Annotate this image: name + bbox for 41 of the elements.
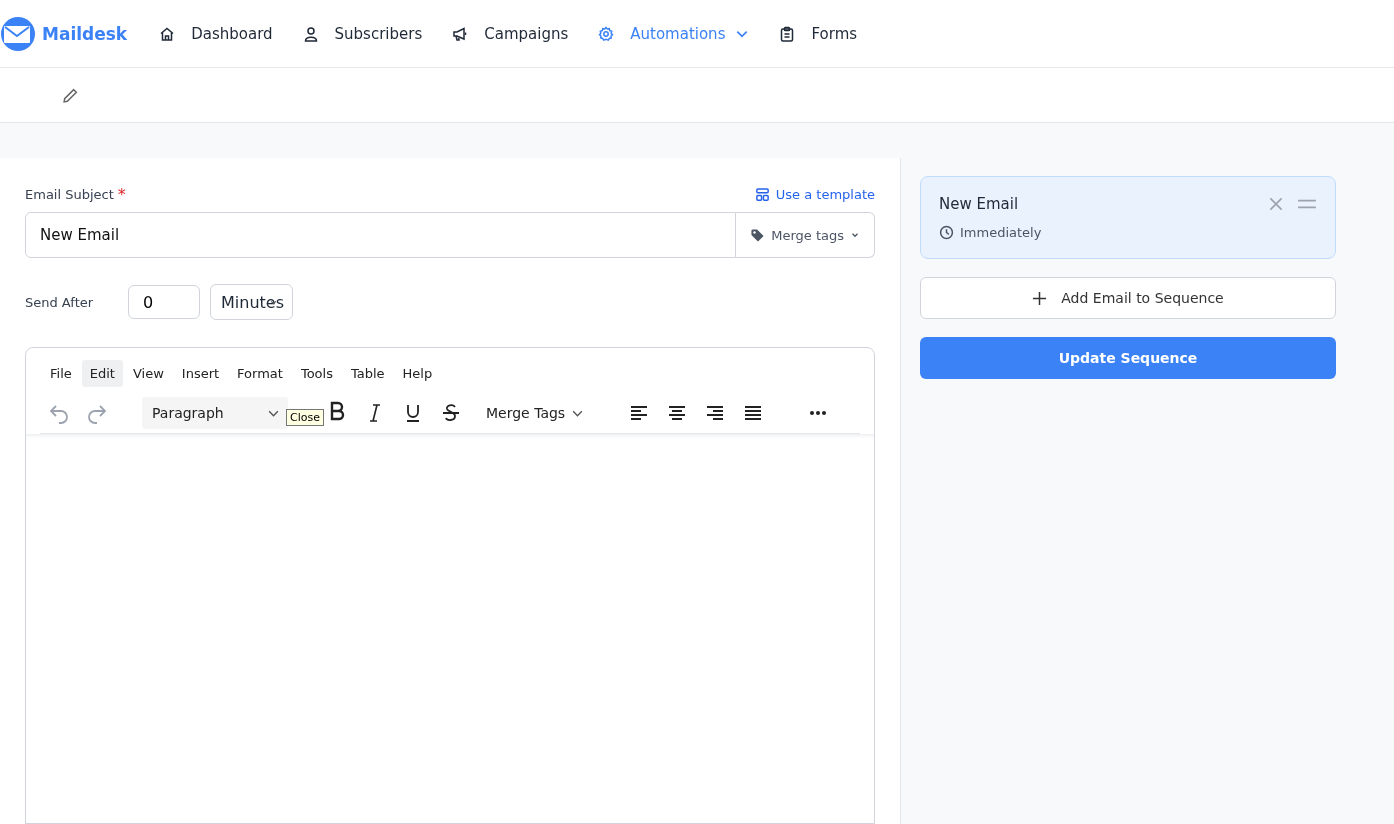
nav-link[interactable]: Dashboard [159, 24, 273, 43]
brand-name[interactable]: Maildesk [42, 23, 128, 44]
tooltip: Close [286, 409, 324, 426]
update-sequence-button[interactable]: Update Sequence [920, 337, 1336, 379]
use-template-link[interactable]: Use a template [754, 187, 875, 202]
tag-icon [750, 227, 766, 243]
edit-icon[interactable] [62, 86, 79, 104]
nav-link[interactable]: Subscribers [302, 24, 423, 43]
menu-item[interactable]: Table [342, 360, 393, 387]
caret-icon [269, 298, 278, 307]
menu-item[interactable]: Format [229, 360, 291, 387]
clock-icon [939, 225, 954, 240]
menu-item[interactable]: View [124, 360, 172, 387]
sequence-email-card[interactable]: New Email Immediately [920, 176, 1336, 259]
required-mark: * [117, 185, 126, 204]
clipboard-icon [779, 25, 796, 42]
email-title: New Email [939, 195, 1020, 213]
unit-select[interactable]: Minutes [210, 284, 293, 320]
nav-link[interactable]: Campaigns [452, 24, 569, 43]
nav-link[interactable]: Automations [598, 24, 750, 43]
plus-icon [1032, 290, 1048, 306]
add-email-button[interactable]: Add Email to Sequence [920, 277, 1336, 319]
subject-field[interactable]: New Email [25, 212, 737, 258]
megaphone-icon [452, 25, 469, 42]
block-format-select[interactable]: Paragraph [142, 397, 288, 429]
nav-link[interactable]: Forms [779, 24, 858, 43]
menu-item[interactable]: Edit [81, 360, 123, 387]
menu-item[interactable]: Tools [292, 360, 341, 387]
menu-item[interactable]: Help [394, 360, 441, 387]
menu-item[interactable]: File [42, 360, 80, 387]
gear-icon [598, 25, 615, 42]
email-timing: Immediately [960, 225, 1042, 240]
layout-icon [754, 187, 770, 202]
delay-field[interactable]: 0 [128, 285, 200, 319]
field-label: Email Subject [25, 187, 114, 202]
merge-tags-button[interactable]: Merge tags [736, 212, 875, 258]
home-icon [159, 25, 176, 42]
field-label: Send After [25, 294, 95, 310]
user-icon [302, 25, 319, 42]
merge-tags-dropdown[interactable]: Merge Tags [480, 404, 591, 422]
menu-item[interactable]: Insert [173, 360, 228, 387]
